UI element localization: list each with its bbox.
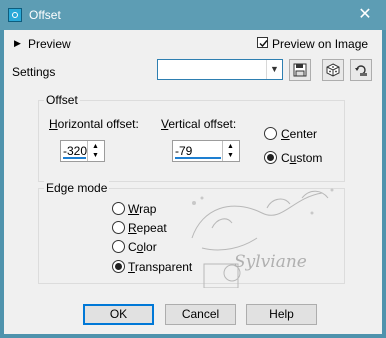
save-preset-button[interactable] bbox=[289, 59, 311, 81]
spin-up-icon[interactable]: ▲ bbox=[92, 143, 99, 150]
color-radio[interactable] bbox=[112, 240, 125, 253]
horizontal-spin-buttons[interactable]: ▲ ▼ bbox=[87, 141, 104, 161]
settings-combo[interactable]: ▼ bbox=[157, 59, 283, 80]
ok-button[interactable]: OK bbox=[83, 304, 154, 325]
edge-mode-group-label: Edge mode bbox=[44, 181, 110, 195]
watermark-text: Sylviane bbox=[234, 252, 307, 272]
wrap-label: Wrap bbox=[128, 202, 157, 216]
window-title: Offset bbox=[29, 8, 61, 22]
focus-underline bbox=[175, 157, 221, 159]
spin-down-icon[interactable]: ▼ bbox=[227, 152, 234, 159]
vertical-offset-label: Vertical offset: bbox=[161, 117, 237, 131]
reset-icon bbox=[355, 65, 367, 76]
help-button[interactable]: Help bbox=[246, 304, 317, 325]
center-label: Center bbox=[281, 127, 318, 141]
preview-toggle[interactable]: Preview bbox=[28, 37, 71, 51]
offset-group-label: Offset bbox=[44, 93, 80, 107]
cancel-button[interactable]: Cancel bbox=[165, 304, 236, 325]
spin-down-icon[interactable]: ▼ bbox=[92, 152, 99, 159]
horizontal-offset-label: Horizontal offset: bbox=[49, 117, 139, 131]
horizontal-offset-spinner[interactable]: -320 ▲ ▼ bbox=[60, 140, 105, 162]
wrap-radio[interactable] bbox=[112, 202, 125, 215]
offset-dialog: Offset ✕ ▶ Preview Preview on Image Sett… bbox=[0, 0, 386, 338]
expand-arrow-icon[interactable]: ▶ bbox=[14, 38, 21, 49]
floppy-disk-icon bbox=[293, 63, 307, 77]
horizontal-offset-value[interactable]: -320 bbox=[63, 144, 87, 158]
dice-icon bbox=[326, 63, 340, 77]
repeat-radio[interactable] bbox=[112, 221, 125, 234]
center-radio[interactable] bbox=[264, 127, 277, 140]
close-icon[interactable]: ✕ bbox=[350, 3, 380, 27]
spin-up-icon[interactable]: ▲ bbox=[227, 143, 234, 150]
custom-radio[interactable] bbox=[264, 151, 277, 164]
repeat-label: Repeat bbox=[128, 221, 167, 235]
title-bar: Offset ✕ bbox=[0, 0, 386, 30]
vertical-offset-spinner[interactable]: -79 ▲ ▼ bbox=[172, 140, 240, 162]
preview-on-image-label: Preview on Image bbox=[272, 37, 369, 51]
color-label: Color bbox=[128, 240, 157, 254]
dialog-client: ▶ Preview Preview on Image Settings ▼ Of… bbox=[4, 30, 382, 334]
chevron-down-icon[interactable]: ▼ bbox=[266, 60, 282, 79]
app-icon bbox=[8, 8, 22, 22]
checkmark-icon bbox=[259, 40, 268, 48]
settings-label: Settings bbox=[12, 65, 56, 79]
focus-underline bbox=[63, 157, 86, 159]
preview-on-image-checkbox[interactable] bbox=[257, 37, 268, 48]
vertical-offset-value[interactable]: -79 bbox=[175, 144, 192, 158]
reset-button[interactable] bbox=[350, 59, 372, 81]
vertical-spin-buttons[interactable]: ▲ ▼ bbox=[222, 141, 239, 161]
transparent-radio[interactable] bbox=[112, 260, 125, 273]
randomize-button[interactable] bbox=[322, 59, 344, 81]
custom-label: Custom bbox=[281, 151, 323, 165]
